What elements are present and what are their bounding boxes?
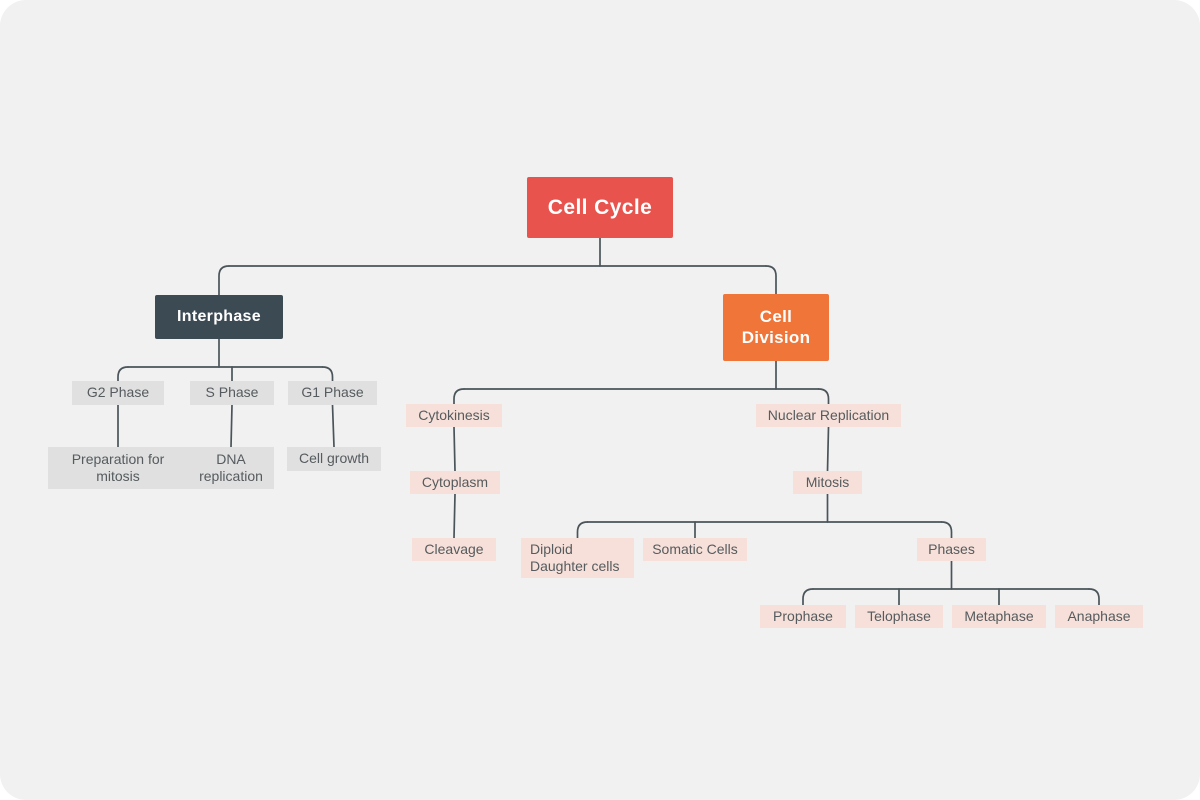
connector	[453, 426, 456, 472]
node-mitosis[interactable]: Mitosis	[793, 471, 862, 494]
node-label: Cell Division	[741, 306, 811, 347]
connector	[321, 366, 334, 382]
connector	[765, 265, 777, 295]
connector-layer	[117, 237, 1100, 606]
node-cell-cycle[interactable]: Cell Cycle	[527, 177, 673, 238]
node-telophase[interactable]: Telophase	[855, 605, 943, 628]
node-anaphase[interactable]: Anaphase	[1055, 605, 1143, 628]
node-label: Cleavage	[424, 540, 484, 557]
node-label: Mitosis	[805, 473, 850, 490]
node-label: Telophase	[867, 607, 931, 624]
node-label: Phases	[928, 540, 975, 557]
connector	[230, 404, 233, 448]
node-label: Nuclear Replication	[767, 406, 890, 423]
connector	[817, 388, 830, 405]
connector	[117, 366, 129, 382]
node-diploid-daughter-cells[interactable]: Diploid Daughter cells	[521, 538, 634, 578]
node-label: Preparation for mitosis	[71, 450, 165, 484]
node-label: Metaphase	[964, 607, 1034, 624]
node-label: Somatic Cells	[652, 540, 738, 557]
node-label: Diploid Daughter cells	[530, 540, 620, 574]
node-label: Cell growth	[298, 450, 370, 467]
node-label: Anaphase	[1067, 607, 1131, 624]
connector	[453, 493, 456, 539]
connector	[218, 265, 230, 296]
node-cleavage[interactable]: Cleavage	[412, 538, 496, 561]
node-label: G1 Phase	[301, 384, 364, 401]
node-g1-phase[interactable]: G1 Phase	[288, 381, 377, 405]
node-cytokinesis[interactable]: Cytokinesis	[406, 404, 502, 427]
node-dna-replication[interactable]: DNA replication	[188, 447, 274, 489]
node-g2-phase[interactable]: G2 Phase	[72, 381, 164, 405]
connector	[331, 404, 335, 448]
node-label: Cytokinesis	[418, 406, 490, 423]
node-label: DNA replication	[199, 450, 263, 484]
node-label: Cytoplasm	[421, 473, 489, 490]
node-prophase[interactable]: Prophase	[760, 605, 846, 628]
node-s-phase[interactable]: S Phase	[190, 381, 274, 405]
node-label: Prophase	[773, 607, 833, 624]
node-metaphase[interactable]: Metaphase	[952, 605, 1046, 628]
node-nuclear-replication[interactable]: Nuclear Replication	[756, 404, 901, 427]
connector	[802, 588, 814, 606]
connector	[1088, 588, 1100, 606]
node-interphase[interactable]: Interphase	[155, 295, 283, 339]
connector	[453, 388, 465, 405]
diagram-canvas: Cell Cycle Interphase Cell Division G2 Phas…	[0, 0, 1200, 800]
node-label: Cell Cycle	[547, 195, 653, 219]
mind-map: Cell Cycle Interphase Cell Division G2 Phas…	[0, 0, 1200, 800]
node-label: Interphase	[177, 308, 261, 326]
node-somatic-cells[interactable]: Somatic Cells	[643, 538, 747, 561]
node-label: G2 Phase	[86, 384, 150, 401]
node-cytoplasm[interactable]: Cytoplasm	[410, 471, 500, 494]
node-cell-division[interactable]: Cell Division	[723, 294, 829, 361]
node-label: S Phase	[205, 384, 259, 401]
connector	[576, 521, 589, 539]
node-cell-growth[interactable]: Cell growth	[287, 447, 381, 471]
connector	[826, 426, 830, 472]
node-phases[interactable]: Phases	[917, 538, 986, 561]
connector	[940, 521, 953, 539]
node-preparation-for-mitosis[interactable]: Preparation for mitosis	[48, 447, 188, 489]
